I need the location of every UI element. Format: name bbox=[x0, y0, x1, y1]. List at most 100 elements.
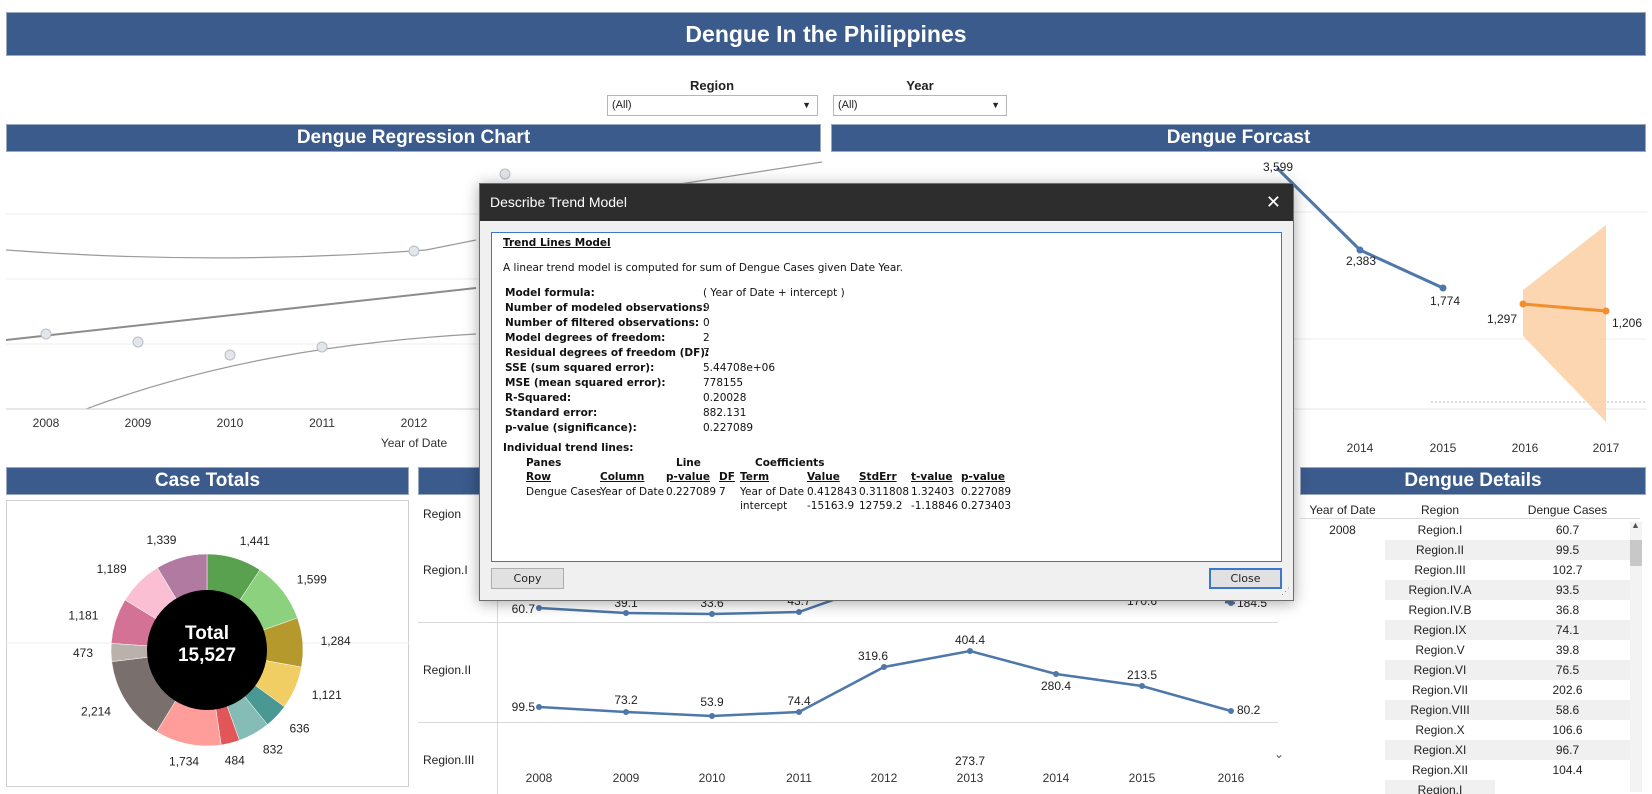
table-row[interactable]: Region.I bbox=[1300, 780, 1640, 794]
slice-label: 1,189 bbox=[97, 562, 127, 576]
dialog-titlebar: Describe Trend Model ✕ bbox=[480, 184, 1293, 221]
trend-col-header: p-value bbox=[961, 471, 1005, 483]
x-tick: 2011 bbox=[786, 771, 812, 785]
stat-value: 882.131 bbox=[703, 407, 747, 419]
cases-cell: 58.6 bbox=[1495, 700, 1640, 720]
stat-value: 2 bbox=[703, 332, 710, 344]
region-filter-dropdown[interactable]: (All) ▼ bbox=[607, 95, 818, 116]
table-row[interactable]: Region.XI 96.7 bbox=[1300, 740, 1640, 760]
table-row[interactable]: Region.XII 104.4 bbox=[1300, 760, 1640, 780]
trend-cell: -15163.9 bbox=[807, 500, 855, 512]
stat-label: Standard error: bbox=[505, 407, 598, 419]
x-tick: 2009 bbox=[613, 771, 640, 785]
stat-label: Number of filtered observations: bbox=[505, 317, 700, 329]
table-row[interactable]: Region.I 60.7 bbox=[1300, 520, 1640, 540]
region-cell: Region.V bbox=[1415, 643, 1465, 657]
close-button[interactable]: Close bbox=[1209, 568, 1282, 589]
trend-cell: intercept bbox=[740, 500, 788, 512]
x-tick: 2017 bbox=[1593, 441, 1620, 455]
individual-heading: Individual trend lines: bbox=[503, 442, 634, 454]
x-tick: 2016 bbox=[1218, 771, 1245, 785]
forecast-band bbox=[1523, 225, 1606, 422]
table-row[interactable]: Region.VII 202.6 bbox=[1300, 680, 1640, 700]
stat-value: 0.20028 bbox=[703, 392, 747, 404]
data-point bbox=[1228, 708, 1234, 714]
data-point bbox=[536, 605, 542, 611]
trend-col-header: p-value bbox=[666, 471, 710, 483]
trend-cell: Year of Date bbox=[600, 486, 665, 498]
dialog-content: Trend Lines Model A linear trend model i… bbox=[491, 232, 1282, 562]
stat-label: MSE (mean squared error): bbox=[505, 377, 666, 389]
x-tick: 2008 bbox=[526, 771, 553, 785]
header-year: Year of Date bbox=[1309, 503, 1376, 517]
x-tick: 2013 bbox=[957, 771, 984, 785]
trend-cell: 0.227089 bbox=[666, 486, 717, 498]
table-row[interactable]: Region.III 102.7 bbox=[1300, 560, 1640, 580]
header-region: Region bbox=[1420, 503, 1460, 517]
region-cell: Region.XII bbox=[1411, 763, 1469, 777]
region-cell: Region.VII bbox=[1411, 683, 1469, 697]
data-label: 2,383 bbox=[1346, 254, 1376, 268]
year-filter-dropdown[interactable]: (All) ▼ bbox=[833, 95, 1007, 116]
region-cell: Region.I bbox=[1417, 523, 1463, 537]
group-header-coefficients: Coefficients bbox=[755, 457, 825, 469]
table-row[interactable]: Region.V 39.8 bbox=[1300, 640, 1640, 660]
group-header-line: Line bbox=[676, 457, 701, 469]
x-tick: 2015 bbox=[1430, 441, 1457, 455]
trend-col-header: Row bbox=[526, 471, 551, 483]
data-label: 273.7 bbox=[955, 754, 985, 768]
table-row[interactable]: Region.VIII 58.6 bbox=[1300, 700, 1640, 720]
data-label: 73.2 bbox=[614, 693, 638, 707]
header-cases: Dengue Cases bbox=[1527, 503, 1608, 517]
table-row[interactable]: Region.IV.B 36.8 bbox=[1300, 600, 1640, 620]
region-cell: Region.IV.A bbox=[1385, 580, 1495, 600]
table-row[interactable]: Region.II 99.5 bbox=[1300, 540, 1640, 560]
slice-label: 1,441 bbox=[240, 534, 270, 548]
table-row[interactable]: Region.VI 76.5 bbox=[1300, 660, 1640, 680]
region-cell: Region.IV.B bbox=[1408, 603, 1472, 617]
data-point bbox=[709, 611, 715, 617]
table-row[interactable]: Region.X 106.6 bbox=[1300, 720, 1640, 740]
trend-cell: 1.32403 bbox=[911, 486, 955, 498]
slice-label: 473 bbox=[73, 646, 93, 660]
scroll-up-icon[interactable]: ▲ bbox=[1631, 520, 1640, 530]
data-point bbox=[967, 648, 973, 654]
case-totals-title: Case Totals bbox=[6, 467, 409, 495]
describe-trend-dialog: Describe Trend Model ✕ Trend Lines Model… bbox=[479, 183, 1294, 601]
copy-button[interactable]: Copy bbox=[491, 568, 564, 589]
region-cell: Region.IX bbox=[1385, 620, 1495, 640]
stat-value: 9 bbox=[703, 302, 710, 314]
data-label: 74.4 bbox=[787, 694, 811, 708]
regression-chart-title: Dengue Regression Chart bbox=[6, 124, 821, 152]
stat-label: Model formula: bbox=[505, 287, 595, 299]
cases-cell: 104.4 bbox=[1552, 763, 1583, 777]
data-label: 60.7 bbox=[512, 602, 536, 616]
region-cell: Region.XI bbox=[1385, 740, 1495, 760]
region-cell: Region.II bbox=[1385, 540, 1495, 560]
x-tick: 2015 bbox=[1129, 771, 1156, 785]
data-label: 404.4 bbox=[955, 633, 985, 647]
x-tick: 2011 bbox=[309, 416, 335, 430]
region-cell: Region.VI bbox=[1385, 660, 1495, 680]
table-row[interactable]: Region.IV.A 93.5 bbox=[1300, 580, 1640, 600]
x-tick: 2009 bbox=[125, 416, 152, 430]
lower-confidence-line bbox=[85, 333, 477, 410]
cases-cell: 36.8 bbox=[1555, 603, 1580, 617]
cases-cell: 76.5 bbox=[1495, 660, 1640, 680]
total-label: Total bbox=[185, 623, 229, 644]
table-row[interactable]: Region.IX 74.1 bbox=[1300, 620, 1640, 640]
stat-value: 0 bbox=[703, 317, 710, 329]
stat-label: R-Squared: bbox=[505, 392, 572, 404]
scrollbar-thumb[interactable] bbox=[1630, 540, 1642, 566]
cases-cell: 39.8 bbox=[1555, 643, 1580, 657]
close-icon[interactable]: ✕ bbox=[1266, 184, 1281, 221]
data-label: 3,599 bbox=[1263, 160, 1293, 174]
stat-label: p-value (significance): bbox=[505, 422, 637, 434]
x-tick: 2012 bbox=[871, 771, 898, 785]
data-label: 213.5 bbox=[1127, 668, 1157, 682]
resize-grip-icon[interactable]: ⋰ bbox=[1281, 586, 1290, 597]
data-point bbox=[40, 328, 52, 340]
trend-cell: Year of Date bbox=[740, 486, 805, 498]
data-point bbox=[796, 609, 802, 615]
region-cell: Region.I bbox=[1385, 780, 1495, 794]
